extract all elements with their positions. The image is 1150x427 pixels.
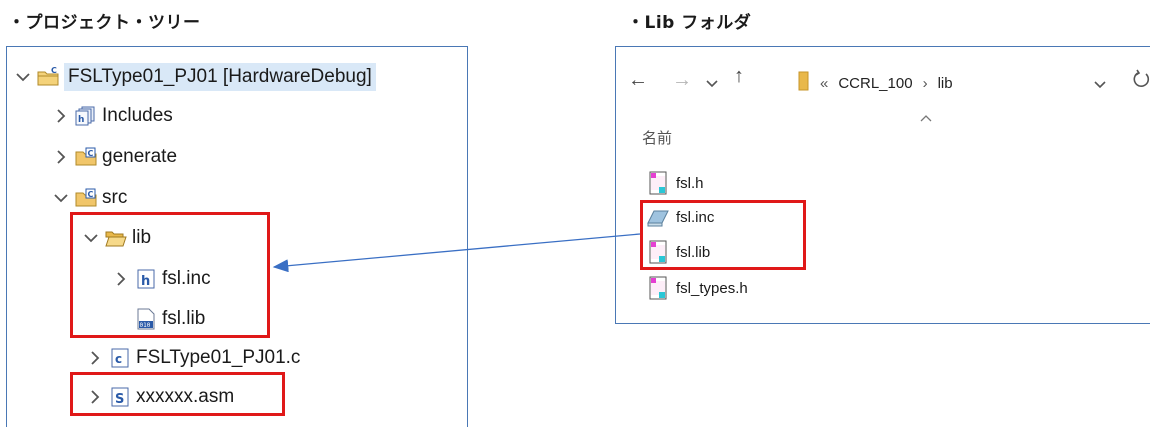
copy-arrow (272, 233, 641, 273)
arrow-line (272, 233, 641, 273)
